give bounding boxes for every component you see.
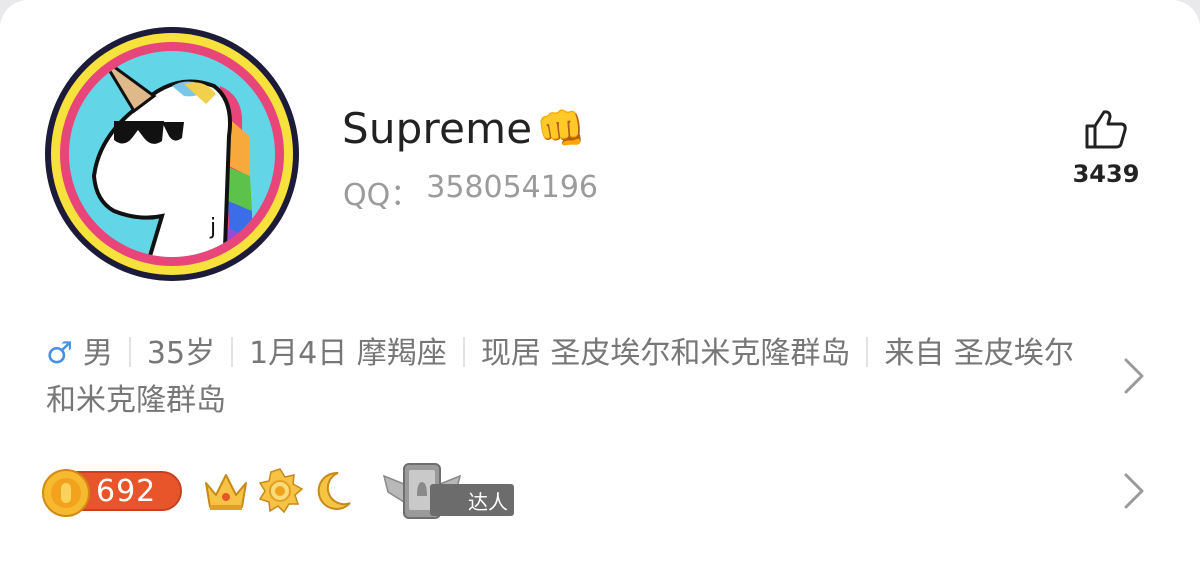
gender-text: 男	[82, 336, 113, 371]
coin-icon	[42, 469, 90, 517]
coin-badge: 692	[42, 469, 182, 517]
chevron-right-icon[interactable]	[1122, 471, 1146, 511]
avatar[interactable]: j	[44, 26, 300, 282]
crown-icon	[205, 474, 247, 510]
expert-label: 达人	[430, 484, 514, 516]
divider	[231, 337, 234, 367]
expert-badge: 达人	[382, 462, 514, 520]
like-count: 3439	[1072, 160, 1140, 188]
like-button[interactable]: 3439	[1068, 108, 1144, 188]
user-name-text: Supreme	[342, 103, 533, 153]
profile-card: j Supreme 👊 QQ： 358054196 3439 ♂ 男 35岁 1月4日…	[0, 0, 1200, 575]
unicorn-avatar-icon: j	[45, 27, 299, 281]
divider	[462, 337, 465, 367]
qq-number: QQ： 358054196	[343, 170, 598, 214]
qq-label: QQ：	[343, 178, 421, 213]
qq-value: 358054196	[426, 170, 599, 205]
birthday-text: 1月4日 摩羯座	[249, 336, 447, 371]
coin-count: 692	[96, 473, 157, 509]
male-icon: ♂	[46, 336, 73, 371]
chevron-right-icon[interactable]	[1122, 356, 1146, 396]
profile-info-row[interactable]: ♂ 男 35岁 1月4日 摩羯座 现居 圣皮埃尔和米克隆群岛 来自 圣皮埃尔和米克隆群岛	[46, 330, 1086, 424]
divider	[128, 337, 131, 367]
thumbs-up-icon	[1085, 110, 1127, 149]
svg-text:j: j	[209, 215, 216, 240]
residence-text: 现居 圣皮埃尔和米克隆群岛	[480, 336, 851, 371]
sun-icon	[258, 468, 304, 514]
divider	[866, 337, 869, 367]
fist-emoji: 👊	[536, 105, 587, 152]
age-text: 35岁	[146, 336, 216, 371]
moon-icon	[317, 471, 351, 510]
badge-row[interactable]: 692 达人	[42, 462, 514, 520]
user-name: Supreme 👊	[342, 102, 586, 154]
